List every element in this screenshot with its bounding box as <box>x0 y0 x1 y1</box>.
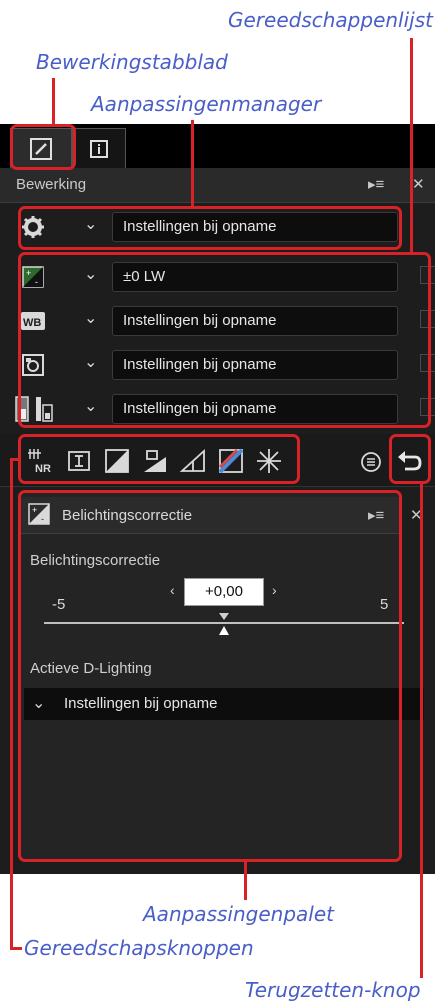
callout-adjustment-palette: Aanpassingenpalet <box>143 902 334 926</box>
close-icon[interactable]: ✕ <box>412 175 425 193</box>
callout-adjustment-manager: Aanpassingenmanager <box>91 92 322 116</box>
highlight-adjustment-palette <box>18 490 402 862</box>
connector-toolbox-list-v <box>410 38 413 252</box>
callout-edit-tab: Bewerkingstabblad <box>36 50 228 74</box>
tab-info[interactable] <box>72 128 126 168</box>
connector-tools-h-top <box>10 458 20 461</box>
connector-palette-v <box>244 862 247 900</box>
highlight-tool-buttons <box>18 434 300 484</box>
info-tab-icon <box>90 139 108 158</box>
panel-title: Bewerking <box>16 176 87 193</box>
history-icon[interactable] <box>356 446 386 476</box>
connector-manager-v <box>191 120 194 206</box>
connector-reset-v <box>420 484 423 978</box>
callout-toolbox-list: Gereedschappenlijst <box>228 8 433 32</box>
connector-tools-v <box>10 458 13 950</box>
highlight-toolbox-list <box>18 252 431 428</box>
callout-tool-buttons: Gereedschapsknoppen <box>24 936 254 960</box>
highlight-edit-tab <box>10 124 76 170</box>
connector-edit-tab-v <box>52 78 55 126</box>
callout-reset-button: Terugzetten-knop <box>245 978 421 1002</box>
highlight-reset-button <box>389 434 431 484</box>
connector-tools-h-bottom <box>10 947 22 950</box>
highlight-adjustment-manager <box>18 206 402 250</box>
list-menu-icon[interactable]: ▸≡ <box>368 175 384 193</box>
